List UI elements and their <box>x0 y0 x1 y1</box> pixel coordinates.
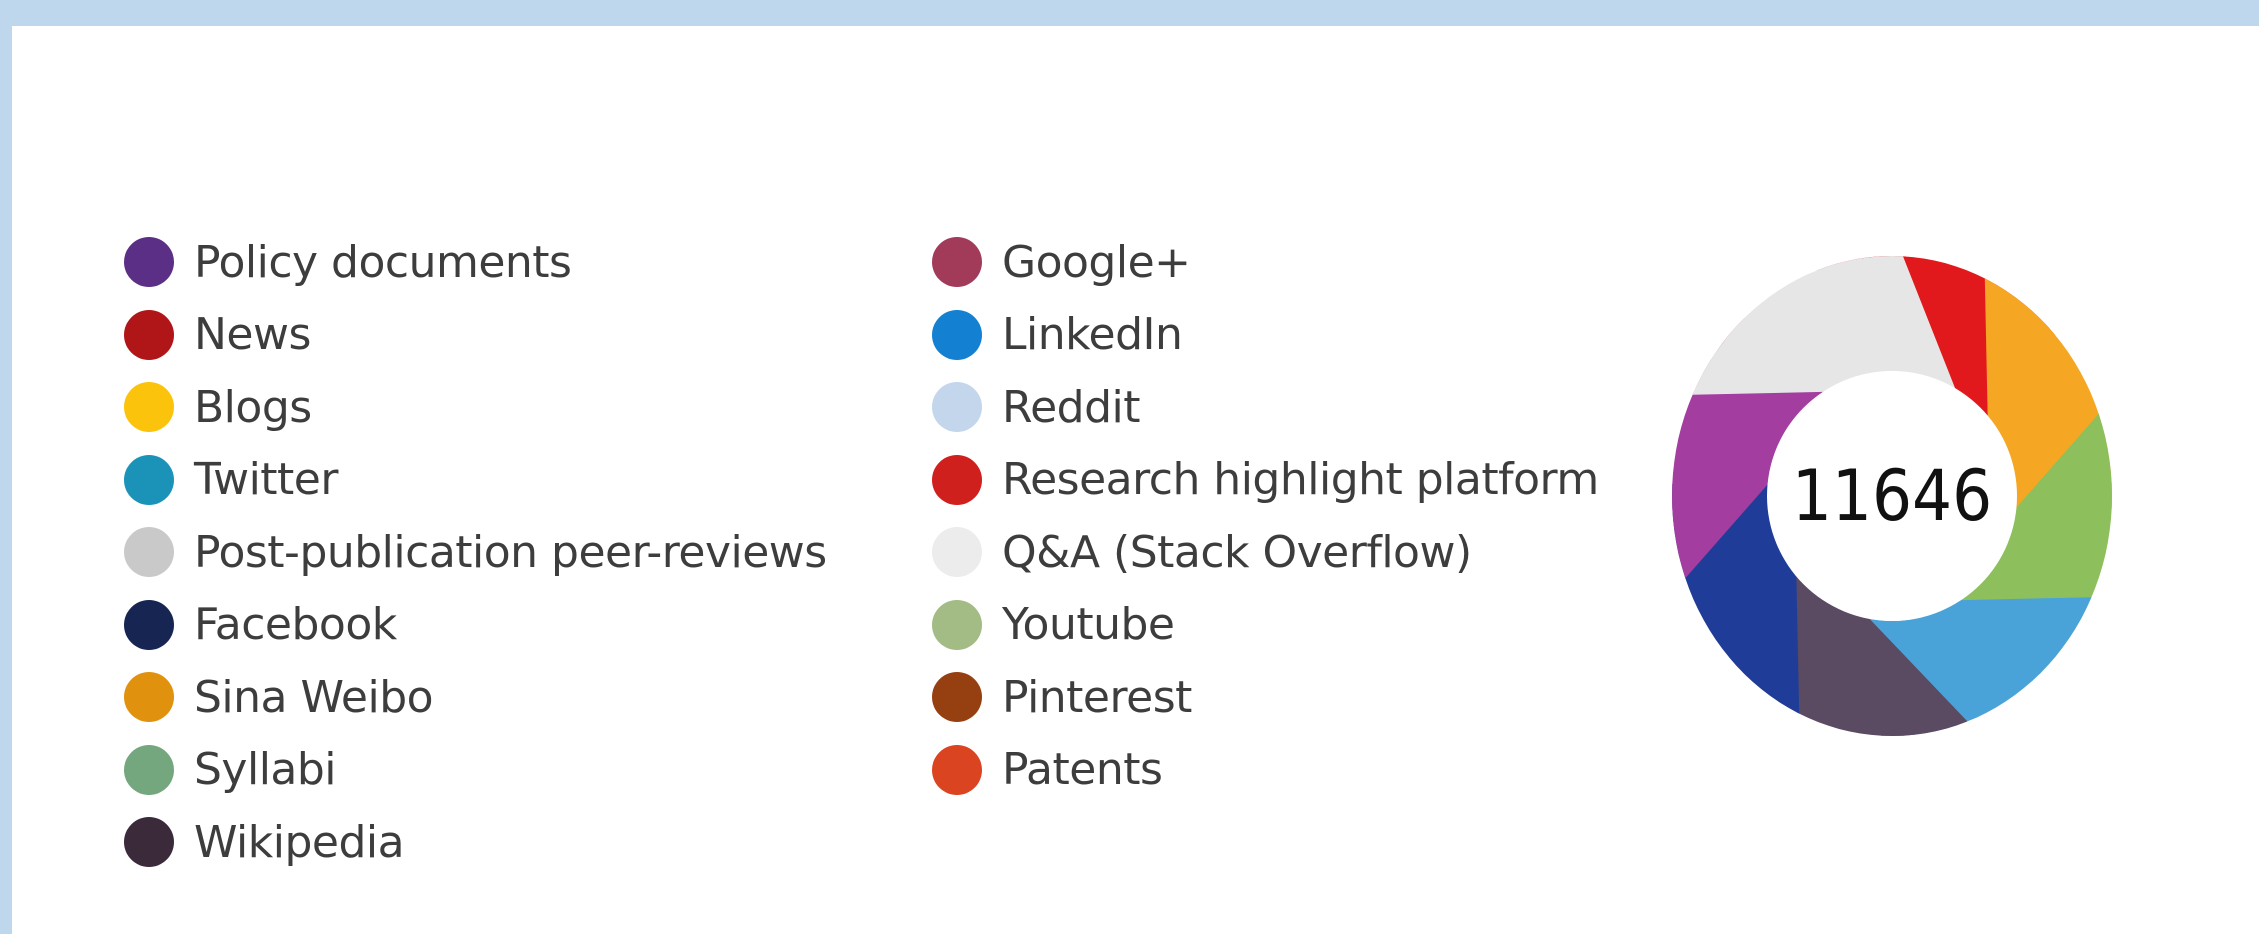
legend-item: Sina Weibo <box>124 661 827 734</box>
legend-label: Facebook <box>194 599 397 651</box>
legend-label: LinkedIn <box>1002 309 1183 361</box>
legend-swatch <box>932 309 982 360</box>
legend-swatch <box>932 454 982 505</box>
legend-swatch <box>932 527 982 578</box>
legend-item: Pinterest <box>932 661 1599 734</box>
legend-swatch <box>124 309 174 360</box>
altmetric-donut: 11646 <box>1672 256 2112 736</box>
legend-label: Twitter <box>194 454 338 506</box>
legend-swatch <box>124 744 174 795</box>
legend-label: Research highlight platform <box>1002 454 1599 506</box>
legend-swatch <box>124 382 174 433</box>
legend-label: Reddit <box>1002 381 1141 433</box>
legend-swatch <box>124 237 174 288</box>
legend-item: Facebook <box>124 589 827 662</box>
legend-label: Youtube <box>1002 599 1175 651</box>
legend-item: Syllabi <box>124 734 827 807</box>
legend-item: Twitter <box>124 444 827 517</box>
attention-score: 11646 <box>1792 455 1992 537</box>
legend-swatch <box>932 744 982 795</box>
legend-swatch <box>124 817 174 868</box>
legend-label: News <box>194 309 311 361</box>
legend-swatch <box>124 672 174 723</box>
legend-label: Post-publication peer-reviews <box>194 526 827 578</box>
legend-item: Policy documents <box>124 226 827 299</box>
legend-label: Q&A (Stack Overflow) <box>1002 526 1472 578</box>
altmetric-panel: Policy documents News Blogs Twitter Post-pub… <box>12 26 2259 934</box>
legend-swatch <box>932 237 982 288</box>
legend-item: Youtube <box>932 589 1599 662</box>
legend-label: Pinterest <box>1002 671 1192 723</box>
legend-swatch <box>124 454 174 505</box>
legend-label: Patents <box>1002 744 1163 796</box>
legend-swatch <box>124 599 174 650</box>
legend-column-left: Policy documents News Blogs Twitter Post-pub… <box>124 226 827 879</box>
legend-item: Research highlight platform <box>932 444 1599 517</box>
legend-item: Patents <box>932 734 1599 807</box>
legend-swatch <box>932 382 982 433</box>
legend-item: Google+ <box>932 226 1599 299</box>
legend-label: Sina Weibo <box>194 671 434 723</box>
legend-item: Q&A (Stack Overflow) <box>932 516 1599 589</box>
legend-label: Wikipedia <box>194 816 405 868</box>
legend-item: Blogs <box>124 371 827 444</box>
legend-swatch <box>932 599 982 650</box>
legend-item: Post-publication peer-reviews <box>124 516 827 589</box>
legend-column-right: Google+ LinkedIn Reddit Research highlight … <box>932 226 1599 806</box>
legend-item: Wikipedia <box>124 806 827 879</box>
legend-swatch <box>932 672 982 723</box>
legend-label: Blogs <box>194 381 312 433</box>
legend-swatch <box>124 527 174 578</box>
legend-item: News <box>124 299 827 372</box>
legend-label: Policy documents <box>194 236 572 288</box>
legend-label: Google+ <box>1002 236 1191 288</box>
legend-item: LinkedIn <box>932 299 1599 372</box>
legend-label: Syllabi <box>194 744 337 796</box>
legend-item: Reddit <box>932 371 1599 444</box>
